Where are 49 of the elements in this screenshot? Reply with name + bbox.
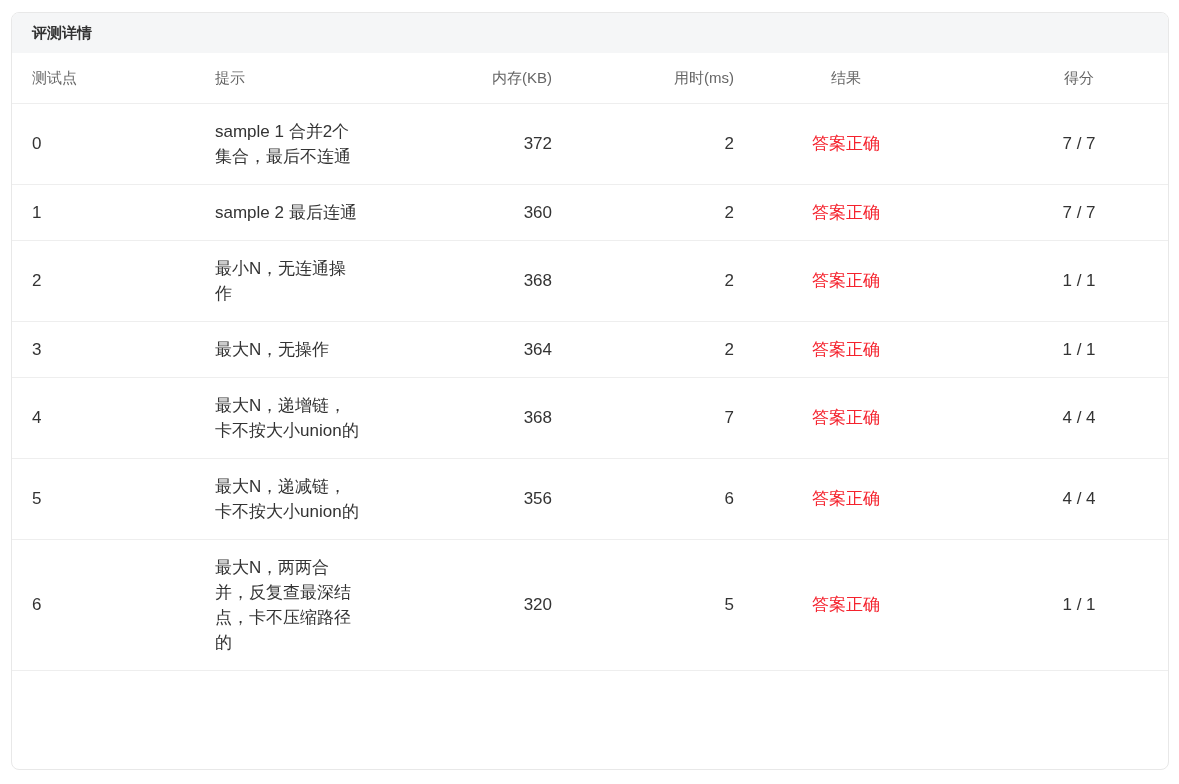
result-status: 答案正确 bbox=[812, 134, 880, 153]
time-value: 2 bbox=[724, 134, 734, 153]
case-number: 6 bbox=[32, 595, 42, 614]
result-status: 答案正确 bbox=[812, 271, 880, 290]
column-header: 测试点 bbox=[32, 68, 77, 86]
time-value: 5 bbox=[724, 595, 734, 614]
column-header: 提示 bbox=[215, 68, 245, 86]
memory-value: 372 bbox=[523, 134, 552, 153]
score-value: 1 / 1 bbox=[1062, 595, 1096, 614]
time-value: 7 bbox=[724, 408, 734, 427]
column-header: 内存(KB) bbox=[492, 68, 552, 86]
result-status: 答案正确 bbox=[812, 408, 880, 427]
column-header: 得分 bbox=[1064, 68, 1094, 86]
hint-text: 最小N，无连通操作 bbox=[215, 257, 348, 305]
column-header: 结果 bbox=[831, 68, 861, 86]
score-value: 4 / 4 bbox=[1062, 408, 1096, 427]
memory-value: 320 bbox=[523, 595, 552, 614]
hint-text: 最大N，递减链，卡不按大小union的 bbox=[215, 475, 360, 523]
memory-value: 364 bbox=[523, 339, 552, 359]
score-value: 1 / 1 bbox=[1062, 271, 1096, 290]
memory-value: 356 bbox=[523, 489, 552, 508]
time-value: 2 bbox=[724, 339, 734, 359]
hint-text: 最大N，递增链，卡不按大小union的 bbox=[215, 394, 360, 442]
score-value: 1 / 1 bbox=[1062, 339, 1096, 359]
case-number: 5 bbox=[32, 489, 42, 508]
memory-value: 368 bbox=[523, 271, 552, 290]
result-status: 答案正确 bbox=[812, 595, 880, 614]
card-title: 评测详情 bbox=[32, 22, 92, 43]
result-status: 答案正确 bbox=[812, 202, 880, 222]
time-value: 6 bbox=[724, 489, 734, 508]
case-number: 4 bbox=[32, 408, 42, 427]
memory-value: 368 bbox=[523, 408, 552, 427]
score-value: 7 / 7 bbox=[1062, 134, 1096, 153]
result-status: 答案正确 bbox=[812, 489, 880, 508]
result-status: 答案正确 bbox=[812, 339, 880, 359]
time-value: 2 bbox=[724, 271, 734, 290]
hint-text: 最大N，无操作 bbox=[215, 338, 331, 361]
hint-text: 最大N，两两合并，反复查最深结点，卡不压缩路径的 bbox=[215, 556, 352, 654]
case-number: 1 bbox=[32, 202, 42, 222]
hint-text: sample 1 合并2个集合，最后不连通 bbox=[215, 120, 352, 168]
case-number: 0 bbox=[32, 134, 42, 153]
memory-value: 360 bbox=[523, 202, 552, 222]
case-number: 3 bbox=[32, 339, 42, 359]
column-header: 用时(ms) bbox=[674, 68, 734, 86]
time-value: 2 bbox=[724, 202, 734, 222]
hint-text: sample 2 最后连通 bbox=[215, 201, 358, 224]
score-value: 4 / 4 bbox=[1062, 489, 1096, 508]
case-number: 2 bbox=[32, 271, 42, 290]
score-value: 7 / 7 bbox=[1062, 202, 1096, 222]
